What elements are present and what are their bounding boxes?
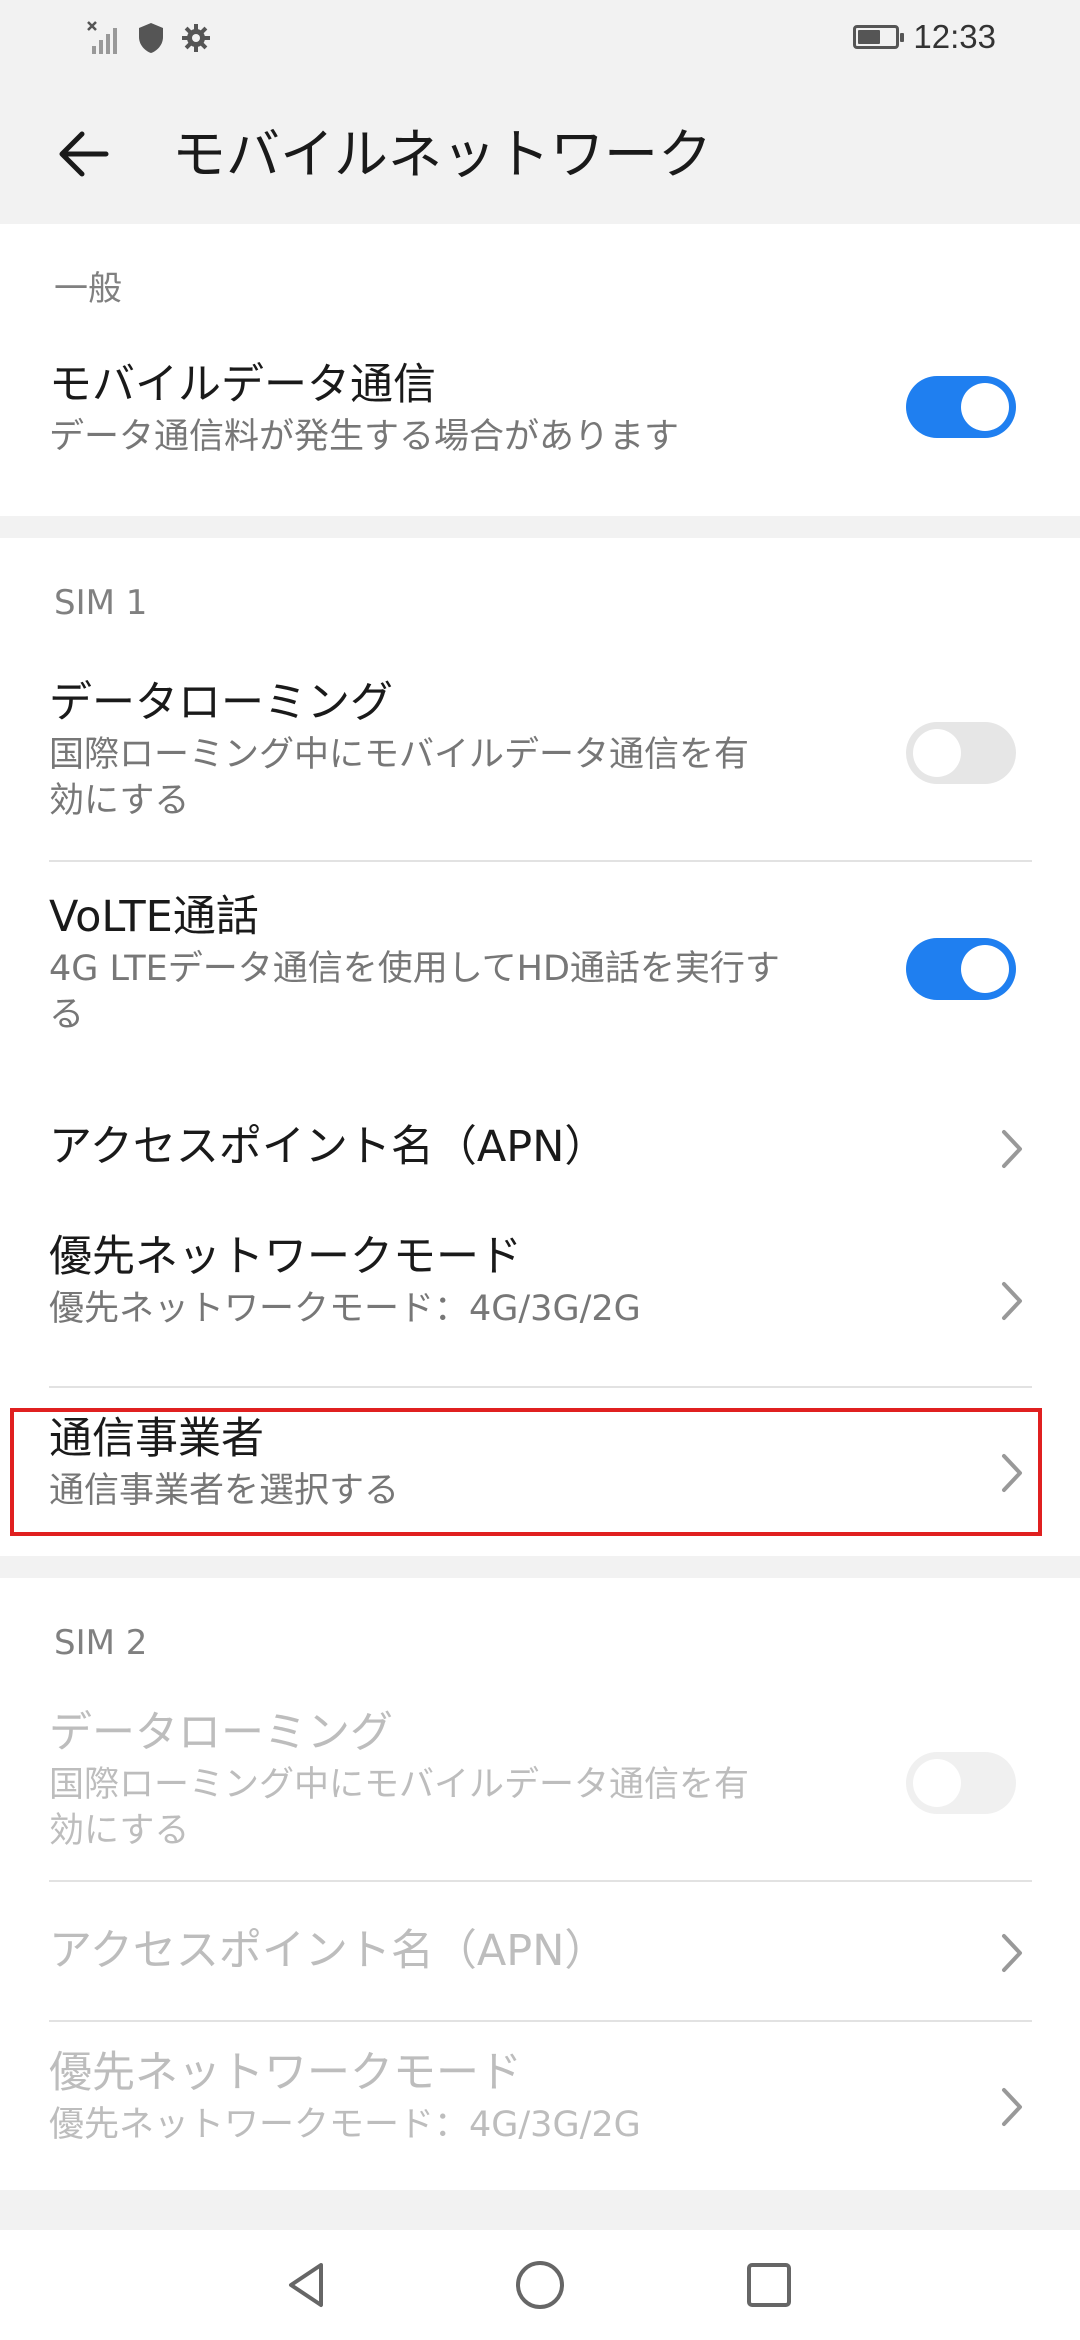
back-button[interactable] <box>44 114 124 194</box>
sim1-data-roaming-title: データローミング <box>49 678 393 728</box>
nav-back-button[interactable] <box>272 2250 342 2320</box>
recents-square-icon <box>747 2263 791 2307</box>
shield-icon <box>136 21 166 59</box>
section-title-general: 一般 <box>54 269 122 309</box>
system-nav-bar <box>0 2230 1080 2340</box>
section-general: 一般 モバイルデータ通信 データ通信料が発生する場合があります <box>0 224 1080 516</box>
sim1-apn-title: アクセスポイント名（APN） <box>49 1122 608 1172</box>
sim1-preferred-network-title: 優先ネットワークモード <box>49 1232 522 1282</box>
section-title-sim1: SIM 1 <box>54 583 148 623</box>
sim1-data-roaming-toggle[interactable] <box>906 722 1016 784</box>
sim2-apn-row[interactable]: アクセスポイント名（APN） <box>49 1880 1032 2020</box>
sim2-data-roaming-subtitle-1: 国際ローミング中にモバイルデータ通信を有 <box>49 1765 750 1805</box>
no-signal-icon <box>86 20 122 60</box>
sim2-preferred-network-title: 優先ネットワークモード <box>49 2048 522 2098</box>
chevron-right-icon <box>1002 1282 1022 1320</box>
sim2-data-roaming-title: データローミング <box>49 1708 393 1758</box>
chevron-right-icon <box>1002 1934 1022 1972</box>
nav-home-button[interactable] <box>505 2250 575 2320</box>
section-sim2: SIM 2 データローミング 国際ローミング中にモバイルデータ通信を有 効にする… <box>0 1578 1080 2190</box>
sim1-preferred-network-subtitle: 優先ネットワークモード：4G/3G/2G <box>49 1289 641 1329</box>
page-title: モバイルネットワーク <box>172 123 712 186</box>
carrier-row[interactable]: 通信事業者 通信事業者を選択する <box>49 1386 1032 1556</box>
gear-icon <box>180 22 212 58</box>
carrier-subtitle: 通信事業者を選択する <box>49 1471 400 1511</box>
section-title-sim2: SIM 2 <box>54 1623 148 1663</box>
mobile-data-subtitle: データ通信料が発生する場合があります <box>49 417 680 457</box>
back-triangle-icon <box>289 2263 323 2307</box>
volte-toggle[interactable] <box>906 938 1016 1000</box>
arrow-back-icon <box>59 131 109 177</box>
status-time: 12:33 <box>913 18 996 55</box>
volte-subtitle-2: る <box>49 995 85 1035</box>
chevron-right-icon <box>1002 2088 1022 2126</box>
nav-recents-button[interactable] <box>734 2250 804 2320</box>
sim2-data-roaming-subtitle-2: 効にする <box>49 1811 190 1851</box>
mobile-data-title: モバイルデータ通信 <box>49 360 436 410</box>
mobile-data-toggle[interactable] <box>906 376 1016 438</box>
status-bar: 12:33 <box>0 0 1080 84</box>
sim2-preferred-network-row[interactable]: 優先ネットワークモード 優先ネットワークモード：4G/3G/2G <box>49 2020 1032 2190</box>
home-circle-icon <box>516 2261 564 2309</box>
chevron-right-icon <box>1002 1130 1022 1168</box>
mobile-data-row[interactable]: モバイルデータ通信 データ通信料が発生する場合があります <box>49 334 1032 516</box>
sim1-data-roaming-row[interactable]: データローミング 国際ローミング中にモバイルデータ通信を有 効にする <box>49 668 1032 860</box>
volte-subtitle-1: 4G LTEデータ通信を使用してHD通話を実行す <box>49 949 780 989</box>
sim1-data-roaming-subtitle-1: 国際ローミング中にモバイルデータ通信を有 <box>49 735 750 775</box>
sim2-data-roaming-row[interactable]: データローミング 国際ローミング中にモバイルデータ通信を有 効にする <box>49 1698 1032 1880</box>
sim1-apn-row[interactable]: アクセスポイント名（APN） <box>49 1078 1032 1216</box>
chevron-right-icon <box>1002 1454 1022 1492</box>
app-header: モバイルネットワーク <box>0 84 1080 224</box>
settings-list: 一般 モバイルデータ通信 データ通信料が発生する場合があります SIM 1 デー… <box>0 224 1080 2190</box>
sim2-apn-title: アクセスポイント名（APN） <box>49 1926 608 1976</box>
sim2-data-roaming-toggle[interactable] <box>906 1752 1016 1814</box>
sim1-preferred-network-row[interactable]: 優先ネットワークモード 優先ネットワークモード：4G/3G/2G <box>49 1216 1032 1386</box>
carrier-title: 通信事業者 <box>49 1414 264 1464</box>
sim1-data-roaming-subtitle-2: 効にする <box>49 781 190 821</box>
battery-icon <box>853 25 905 49</box>
volte-row[interactable]: VoLTE通話 4G LTEデータ通信を使用してHD通話を実行す る <box>49 860 1032 1078</box>
volte-title: VoLTE通話 <box>49 892 259 942</box>
sim2-preferred-network-subtitle: 優先ネットワークモード：4G/3G/2G <box>49 2105 641 2145</box>
section-sim1: SIM 1 データローミング 国際ローミング中にモバイルデータ通信を有 効にする… <box>0 538 1080 1556</box>
